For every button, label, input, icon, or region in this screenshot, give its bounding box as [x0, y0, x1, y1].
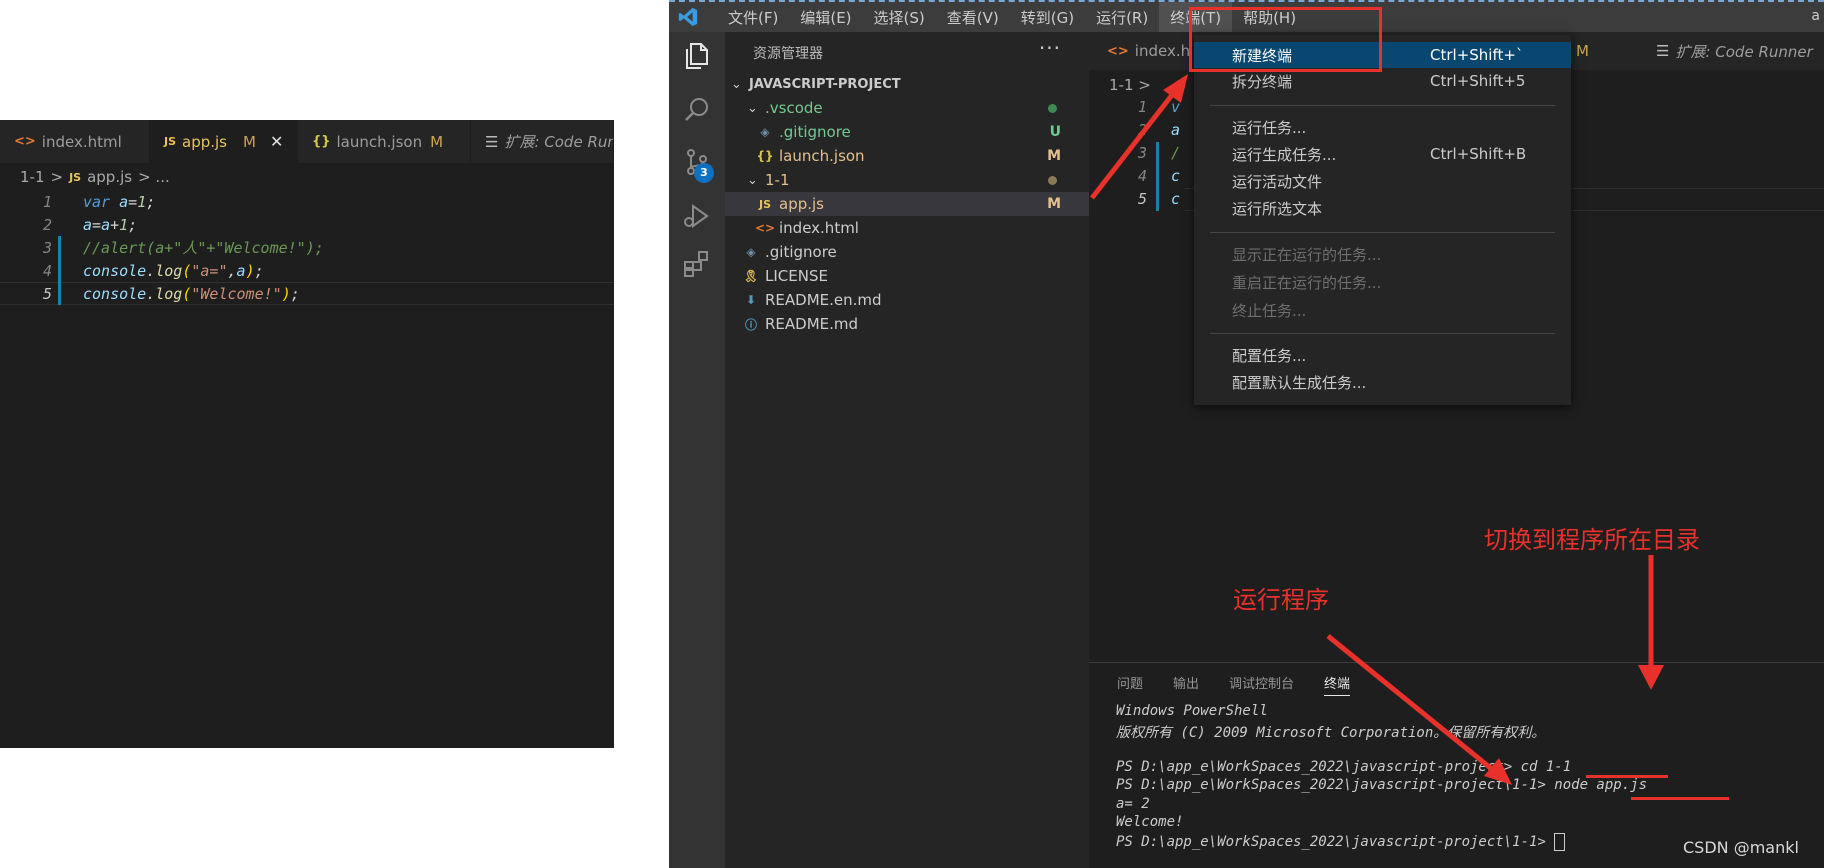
annotation-arrows [1090, 74, 1664, 785]
annotation-switch-dir: 切换到程序所在目录 [1484, 526, 1700, 554]
annotation-run-program: 运行程序 [1233, 586, 1329, 614]
watermark: CSDN @mankl [1683, 838, 1799, 857]
